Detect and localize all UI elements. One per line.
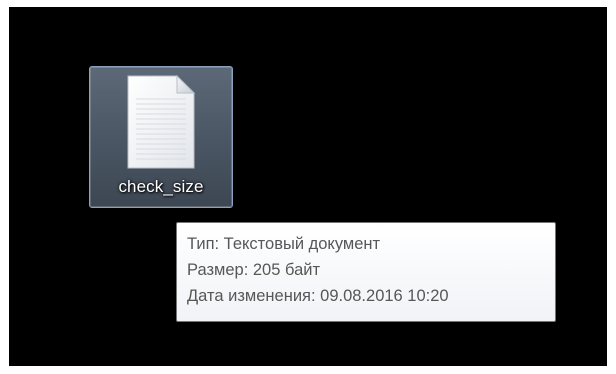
- tooltip-size: Размер: 205 байт: [187, 261, 321, 279]
- text-document-icon: [127, 75, 195, 169]
- file-info-tooltip: Тип: Текстовый документ Размер: 205 байт…: [176, 222, 556, 322]
- tooltip-type: Тип: Текстовый документ: [187, 235, 381, 253]
- desktop-area: check_size Тип: Текстовый документ Разме…: [9, 7, 607, 366]
- tooltip-modified-date: Дата изменения: 09.08.2016 10:20: [187, 287, 449, 305]
- file-name-label: check_size: [118, 177, 204, 196]
- file-item-check-size[interactable]: check_size: [89, 66, 233, 208]
